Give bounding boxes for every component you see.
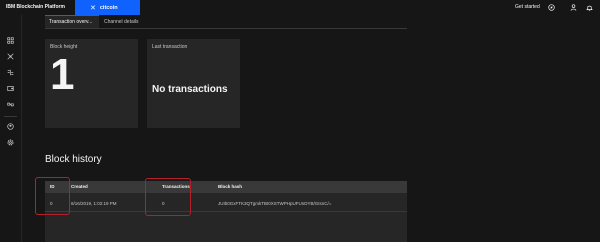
last-transaction-label: Last transaction — [152, 44, 188, 50]
column-header-created[interactable]: Created — [71, 184, 88, 189]
tab-transaction-overview[interactable]: Transaction overv... — [45, 15, 99, 28]
channels-icon[interactable] — [5, 51, 16, 62]
channel-tabs: Transaction overv... Channel details — [45, 15, 407, 29]
account-icon[interactable] — [5, 121, 16, 132]
table-header: ID Created Transactions Block hash — [45, 181, 407, 193]
cell-block-hash: JUIb0GxFTK3QTgmkTBI0XSTWPHpUFUnDYB/GIsnC… — [218, 201, 332, 206]
block-height-value: 1 — [50, 50, 75, 99]
compass-icon[interactable] — [546, 2, 556, 12]
block-history-title: Block history — [45, 154, 102, 165]
highlight-transactions-column — [145, 178, 191, 216]
last-transaction-tile: Last transaction No transactions — [147, 39, 240, 128]
top-header: IBM Blockchain Platform ✕ citcoin Get st… — [0, 0, 600, 15]
column-header-block-hash[interactable]: Block hash — [218, 184, 242, 189]
table-row[interactable]: 0 8/16/2019, 1:02:19 PM 0 JUIb0GxFTK3QTg… — [45, 193, 407, 212]
network-tab[interactable]: ✕ citcoin — [75, 0, 140, 15]
smart-contracts-icon[interactable] — [5, 67, 16, 78]
highlight-id-column — [35, 177, 70, 215]
user-icon[interactable] — [568, 2, 578, 12]
block-history-table: ID Created Transactions Block hash 0 8/1… — [45, 181, 407, 242]
last-transaction-value: No transactions — [152, 84, 228, 95]
get-started-link[interactable]: Get started — [515, 4, 540, 10]
notification-icon[interactable] — [584, 2, 594, 12]
cell-created: 8/16/2019, 1:02:19 PM — [71, 201, 117, 206]
block-height-tile: Block height 1 — [45, 39, 138, 128]
nodes-icon[interactable] — [5, 35, 16, 46]
sidebar-divider — [4, 116, 17, 117]
network-icon: ✕ — [90, 4, 96, 12]
tab-channel-details[interactable]: Channel details — [100, 15, 144, 28]
network-label: citcoin — [99, 4, 118, 11]
organizations-icon[interactable] — [5, 99, 16, 110]
settings-icon[interactable] — [5, 137, 16, 148]
left-sidebar — [0, 15, 22, 242]
brand-name[interactable]: IBM Blockchain Platform — [6, 4, 65, 10]
wallet-icon[interactable] — [5, 83, 16, 94]
